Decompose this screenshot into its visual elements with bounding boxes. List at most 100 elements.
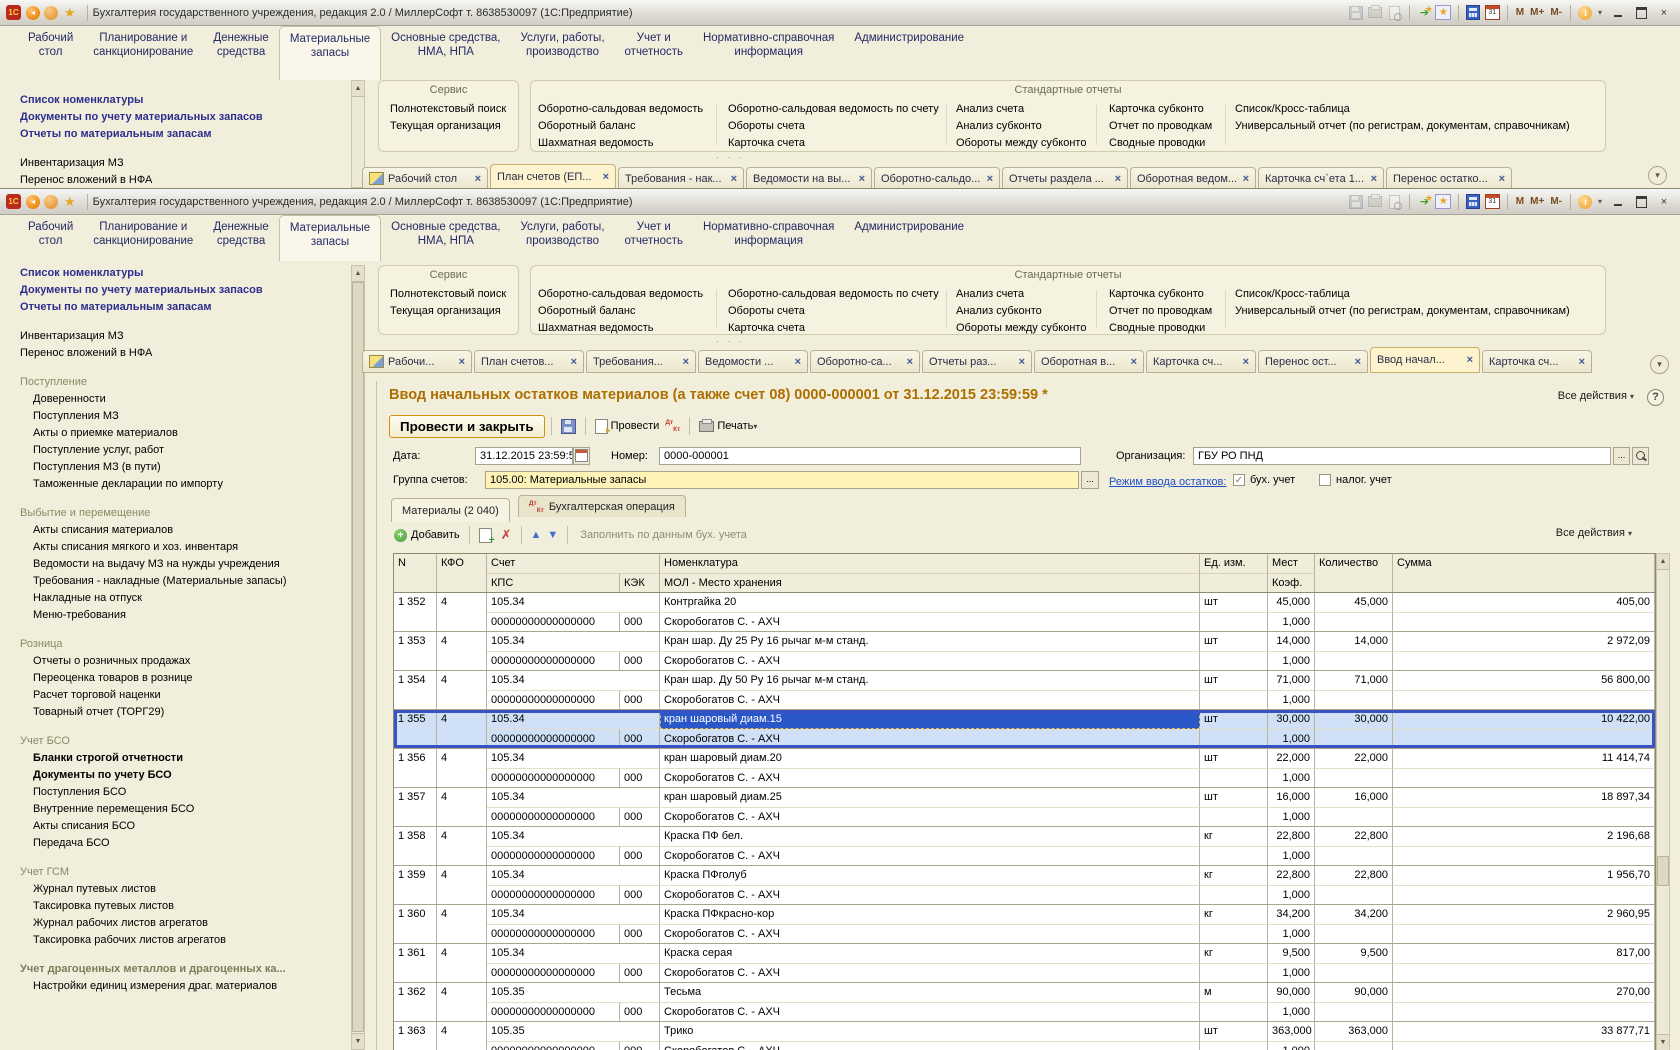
col-mol[interactable]: МОЛ - Место хранения [660, 573, 1200, 592]
add-favorite-icon[interactable]: ➔ [1416, 5, 1433, 21]
sidebar-item-32[interactable]: Журнал путевых листов [20, 881, 352, 898]
section-tab-reference-info[interactable]: Нормативно-справочнаяинформация [693, 26, 844, 80]
cell-mol[interactable]: Скоробогатов С. - АХЧ [660, 612, 1200, 631]
sidebar-item-33[interactable]: Таксировка путевых листов [20, 898, 352, 915]
minimize-button[interactable] [1608, 194, 1628, 209]
memory-minus-button[interactable]: M- [1550, 7, 1562, 18]
calculator-icon[interactable] [1465, 5, 1482, 21]
sidebar-item-27[interactable]: Поступления БСО [20, 784, 352, 801]
cell-koef[interactable]: 1,000 [1268, 612, 1315, 631]
cell-kek[interactable]: 000 [620, 729, 660, 748]
col-kps[interactable]: КПС [487, 573, 620, 592]
table-row[interactable]: 1 3614105.3400000000000000000000Краска с… [394, 944, 1655, 983]
organization-select-button[interactable]: ... [1613, 447, 1630, 465]
close-tab-icon[interactable]: × [982, 173, 993, 185]
preview-icon[interactable] [1386, 194, 1403, 210]
cell-kfo[interactable]: 4 [437, 827, 487, 865]
report-link[interactable]: Отчет по проводкам [1109, 120, 1212, 132]
cell-mol[interactable]: Скоробогатов С. - АХЧ [660, 846, 1200, 865]
cell-nomenclature[interactable]: Кран шар. Ду 50 Ру 16 рычаг м-м станд. [660, 671, 1200, 690]
cell-qty[interactable]: 30,000 [1315, 710, 1393, 729]
col-kek[interactable]: КЭК [620, 573, 660, 592]
cell-kps[interactable]: 00000000000000000 [487, 846, 620, 865]
report-link[interactable]: Отчет по проводкам [1109, 305, 1212, 317]
cell-n[interactable]: 1 355 [394, 710, 437, 748]
cell-kek[interactable]: 000 [620, 768, 660, 787]
sidebar-item-4[interactable]: Перенос вложений в НФА [20, 172, 352, 188]
cell-account[interactable]: 105.35 [487, 983, 660, 1002]
section-tab-administration[interactable]: Администрирование [844, 215, 974, 261]
cell-n[interactable]: 1 360 [394, 905, 437, 943]
accounting-checkbox[interactable] [1233, 474, 1245, 486]
report-link[interactable]: Шахматная ведомость [538, 322, 653, 334]
calendar-icon[interactable]: 31 [1484, 194, 1501, 210]
report-link[interactable]: Анализ субконто [956, 305, 1042, 317]
add-row-button[interactable]: +Добавить [394, 529, 460, 542]
cell-account[interactable]: 105.34 [487, 749, 660, 768]
post-and-close-button[interactable]: Провести и закрыть [389, 415, 545, 438]
cell-kfo[interactable]: 4 [437, 593, 487, 631]
sidebar-item-15[interactable]: Ведомости на выдачу МЗ на нужды учрежден… [20, 556, 352, 573]
cell-qty[interactable]: 34,200 [1315, 905, 1393, 924]
cell-kfo[interactable]: 4 [437, 788, 487, 826]
section-tab-fixed-assets[interactable]: Основные средства,НМА, НПА [381, 215, 510, 261]
restore-button[interactable] [1631, 194, 1651, 209]
info-icon[interactable]: i [1577, 5, 1594, 21]
document-tab-3[interactable]: Ведомости ...× [698, 350, 808, 373]
close-tab-icon[interactable]: × [790, 356, 801, 368]
cell-kfo[interactable]: 4 [437, 905, 487, 943]
sidebar-item-26[interactable]: Документы по учету БСО [20, 767, 352, 784]
report-link[interactable]: Оборотный баланс [538, 305, 635, 317]
cell-unit[interactable]: шт [1200, 671, 1268, 690]
cell-sum[interactable]: 2 196,68 [1393, 827, 1655, 846]
document-tab-8[interactable]: Перенос ост...× [1258, 350, 1368, 373]
document-tab-0[interactable]: Рабочий стол× [362, 167, 488, 188]
cell-kps[interactable]: 00000000000000000 [487, 729, 620, 748]
close-tab-icon[interactable]: × [854, 173, 865, 185]
organization-field[interactable]: ГБУ РО ПНД [1193, 447, 1611, 465]
col-mest[interactable]: Мест [1268, 554, 1315, 573]
cell-kek[interactable]: 000 [620, 1041, 660, 1050]
cell-account[interactable]: 105.34 [487, 632, 660, 651]
cell-sum[interactable]: 2 972,09 [1393, 632, 1655, 651]
cell-nomenclature[interactable]: Контргайка 20 [660, 593, 1200, 612]
cell-sum[interactable]: 817,00 [1393, 944, 1655, 963]
table-row[interactable]: 1 3604105.3400000000000000000000Краска П… [394, 905, 1655, 944]
report-link[interactable]: Оборотно-сальдовая ведомость [538, 288, 703, 300]
save-button[interactable] [561, 419, 576, 434]
cell-mest[interactable]: 16,000 [1268, 788, 1315, 807]
cell-kps[interactable]: 00000000000000000 [487, 1002, 620, 1021]
col-unit[interactable]: Ед. изм. [1200, 554, 1268, 573]
cell-kps[interactable]: 00000000000000000 [487, 963, 620, 982]
scroll-up-icon[interactable]: ▲ [1657, 554, 1669, 570]
section-tab-planning-sanctioning[interactable]: Планирование исанкционирование [83, 215, 203, 261]
save-icon[interactable] [1348, 5, 1365, 21]
section-tab-materials[interactable]: Материальныезапасы [279, 215, 381, 261]
cell-kps[interactable]: 00000000000000000 [487, 768, 620, 787]
cell-mol[interactable]: Скоробогатов С. - АХЧ [660, 807, 1200, 826]
sidebar-item-1[interactable]: Документы по учету материальных запасов [20, 109, 352, 126]
cell-kps[interactable]: 00000000000000000 [487, 651, 620, 670]
chevron-down-icon[interactable]: ▾ [1598, 8, 1602, 17]
cell-sum[interactable]: 2 960,95 [1393, 905, 1655, 924]
section-tab-accounting-reporting[interactable]: Учет иотчетность [615, 26, 693, 80]
sidebar-item-18[interactable]: Меню-требования [20, 607, 352, 624]
print-icon[interactable] [1367, 5, 1384, 21]
col-qty[interactable]: Количество [1315, 554, 1393, 592]
sidebar-item-4[interactable]: Перенос вложений в НФА [20, 345, 352, 362]
col-n[interactable]: N [394, 554, 437, 592]
service-link-0[interactable]: Полнотекстовый поиск [390, 103, 506, 115]
cell-account[interactable]: 105.35 [487, 1022, 660, 1041]
cell-sum[interactable]: 11 414,74 [1393, 749, 1655, 768]
cell-qty[interactable]: 45,000 [1315, 593, 1393, 612]
report-link[interactable]: Универсальный отчет (по регистрам, докум… [1235, 120, 1570, 132]
cell-mol[interactable]: Скоробогатов С. - АХЧ [660, 1041, 1200, 1050]
cell-unit[interactable]: шт [1200, 1022, 1268, 1041]
table-row[interactable]: 1 3524105.3400000000000000000000Контргай… [394, 593, 1655, 632]
close-tab-icon[interactable]: × [1350, 356, 1361, 368]
report-link[interactable]: Анализ субконто [956, 120, 1042, 132]
sidebar-item-2[interactable]: Отчеты по материальным запасам [20, 299, 352, 316]
document-tab-1[interactable]: План счетов (ЕП...× [490, 164, 616, 188]
table-row[interactable]: 1 3594105.3400000000000000000000Краска П… [394, 866, 1655, 905]
report-link[interactable]: Карточка субконто [1109, 103, 1204, 115]
